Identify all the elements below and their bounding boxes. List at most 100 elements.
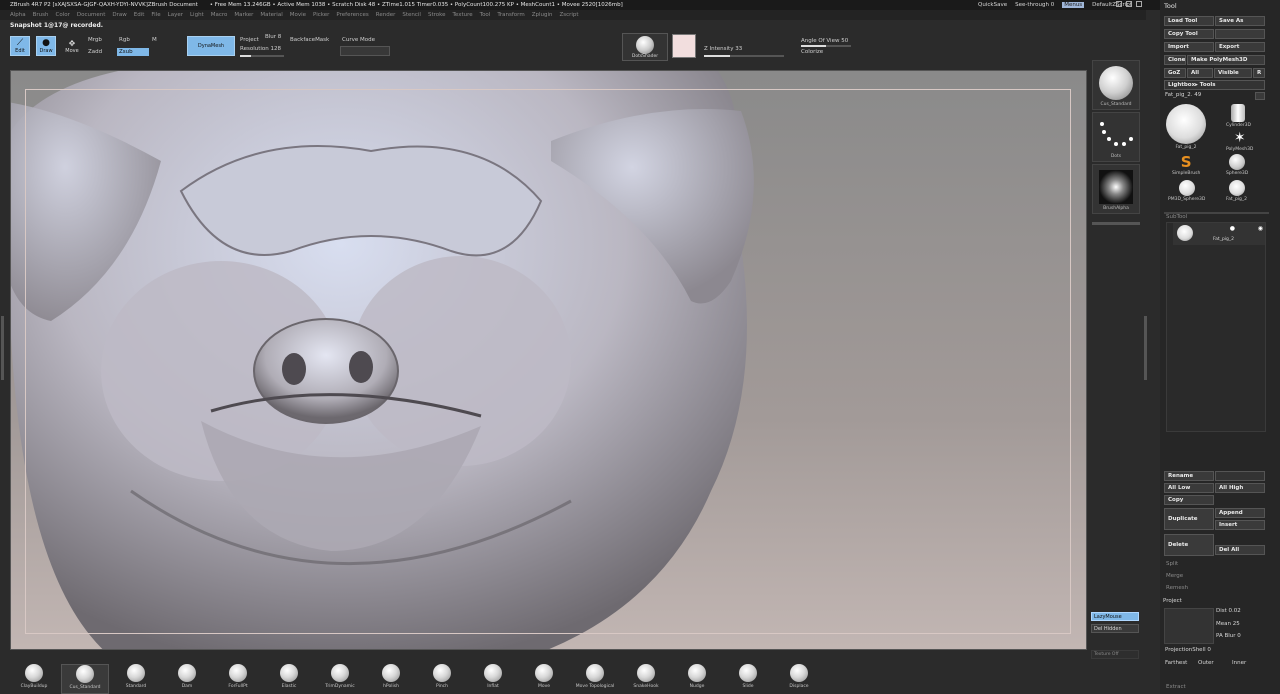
brush-slot[interactable]: Dam [163,664,211,694]
dist-slider[interactable]: Dist 0.02 [1216,608,1241,614]
del-hidden-button[interactable]: Del Hidden [1091,624,1139,633]
clone-button[interactable]: Clone [1164,55,1186,65]
project-section[interactable]: Project [1163,598,1182,604]
menu-item[interactable]: Document [77,12,106,18]
paint-icon[interactable]: ● [1230,225,1235,232]
menus-button[interactable]: Menus [1062,2,1085,8]
project-toggle[interactable]: Project [240,37,259,43]
see-through-slider[interactable]: See-through 0 [1015,2,1054,8]
menu-item[interactable]: Tool [480,12,491,18]
close-icon[interactable] [1136,1,1142,7]
inner-button[interactable]: Inner [1232,660,1246,666]
brush-slot[interactable]: Inflat [469,664,517,694]
tool-thumb-polymesh[interactable]: ✶ PolyMesh3D [1226,130,1253,152]
make-polymesh-button[interactable]: Make PolyMesh3D [1187,55,1265,65]
zadd-button[interactable]: Zadd [88,49,102,55]
lazymouse-button[interactable]: LazyMouse [1091,612,1139,621]
quicksave-button[interactable]: QuickSave [978,2,1007,8]
paste-tool-button[interactable] [1215,29,1265,39]
brush-slot[interactable]: Standard [112,664,160,694]
projection-shell-slider[interactable]: ProjectionShell 0 [1165,647,1211,653]
brush-slot[interactable]: Cus_Standard [61,664,109,694]
blur-slider[interactable]: Blur 8 [265,34,281,40]
brush-slot[interactable]: Nudge [673,664,721,694]
menu-item[interactable]: Preferences [336,12,368,18]
menu-item[interactable]: Draw [112,12,126,18]
tool-thumb-fat-pig[interactable]: Fat_pig_2 [1166,104,1206,150]
tool-thumb-pm3d-sphere[interactable]: PM3D_Sphere3D [1168,180,1205,202]
menu-item[interactable]: Movie [290,12,306,18]
import-button[interactable]: Import [1164,42,1214,52]
goz-all-button[interactable]: All [1187,68,1213,78]
menu-item[interactable]: Transform [497,12,524,18]
menu-item[interactable]: Render [376,12,396,18]
resolution-slider[interactable] [240,55,284,57]
left-tray-handle[interactable] [1,316,4,380]
mean-slider[interactable]: Mean 25 [1216,621,1240,627]
subtool-section-header[interactable]: SubTool [1166,214,1187,220]
brush-slot[interactable]: TrimDynamic [316,664,364,694]
outer-button[interactable]: Outer [1198,660,1214,666]
backface-mask-button[interactable]: BackfaceMask [290,37,329,43]
menu-item[interactable]: Zscript [559,12,578,18]
m-button[interactable]: M [152,37,157,43]
maximize-icon[interactable] [1126,1,1132,7]
subtool-item[interactable]: Fat_pig_2 ◉ ● [1173,223,1265,245]
texture-off-button[interactable]: Texture Off [1091,650,1139,659]
copy-tool-button[interactable]: Copy Tool [1164,29,1214,39]
menu-item[interactable]: File [151,12,160,18]
rgb-button[interactable]: Rgb [119,37,130,43]
draw-button[interactable]: ● Draw [36,36,56,56]
right-tray-handle[interactable] [1144,316,1147,380]
export-button[interactable]: Export [1215,42,1265,52]
brush-slot[interactable]: ClayBuildup [10,664,58,694]
brush-slot[interactable]: Slide [724,664,772,694]
z-intensity-slider[interactable] [704,55,784,57]
menu-item[interactable]: Stencil [402,12,421,18]
save-as-button[interactable]: Save As [1215,16,1265,26]
eye-icon[interactable]: ◉ [1258,225,1263,232]
mrgb-button[interactable]: Mrgb [88,37,102,43]
menu-item[interactable]: Edit [134,12,145,18]
gizmo-button[interactable] [340,46,390,56]
pa-blur-slider[interactable]: PA Blur 0 [1216,633,1241,639]
farthest-button[interactable]: Farthest [1165,660,1187,666]
menu-item[interactable]: Layer [168,12,183,18]
extract-section[interactable]: Extract [1166,684,1186,690]
dynamesh-button[interactable]: DynaMesh [187,36,235,56]
tool-r-button[interactable] [1255,92,1265,100]
tool-thumb-sphere[interactable]: Sphere3D [1226,154,1248,176]
menu-item[interactable]: Color [56,12,70,18]
material-button[interactable]: DotsShader [622,33,668,61]
zsub-button[interactable]: Zsub [117,48,149,56]
goz-r-button[interactable]: R [1253,68,1265,78]
brush-slot[interactable]: Move Topological [571,664,619,694]
menu-item[interactable]: Texture [453,12,473,18]
all-high-button[interactable]: All High [1215,483,1265,493]
delete-button[interactable]: Delete [1164,534,1214,556]
stroke-button[interactable]: Dots [1092,112,1140,162]
brush-slot[interactable]: Pinch [418,664,466,694]
menu-item[interactable]: Light [190,12,204,18]
minimize-icon[interactable] [1116,1,1122,7]
project-all-button[interactable] [1164,608,1214,644]
angle-of-view-slider[interactable] [801,45,851,47]
del-all-button[interactable]: Del All [1215,545,1265,555]
brush-slot[interactable]: SnakeHook [622,664,670,694]
rename-button[interactable]: Rename [1164,471,1214,481]
menu-item[interactable]: Material [260,12,282,18]
lightbox-tools-button[interactable]: Lightbox▸ Tools [1164,80,1265,90]
menu-item[interactable]: Picker [313,12,329,18]
goz-button[interactable]: GoZ [1164,68,1186,78]
brush-slot[interactable]: ForFullPt [214,664,262,694]
brush-slot[interactable]: Elastic [265,664,313,694]
menu-item[interactable]: Stroke [428,12,446,18]
merge-section[interactable]: Merge [1166,573,1183,579]
append-button[interactable]: Append [1215,508,1265,518]
brush-slot[interactable]: Move [520,664,568,694]
colorize-button[interactable]: Colorize [801,49,823,55]
copy-button[interactable]: Copy [1164,495,1214,505]
menu-item[interactable]: Brush [33,12,49,18]
tool-thumb-cylinder[interactable]: Cylinder3D [1226,104,1251,128]
menu-item[interactable]: Marker [234,12,253,18]
